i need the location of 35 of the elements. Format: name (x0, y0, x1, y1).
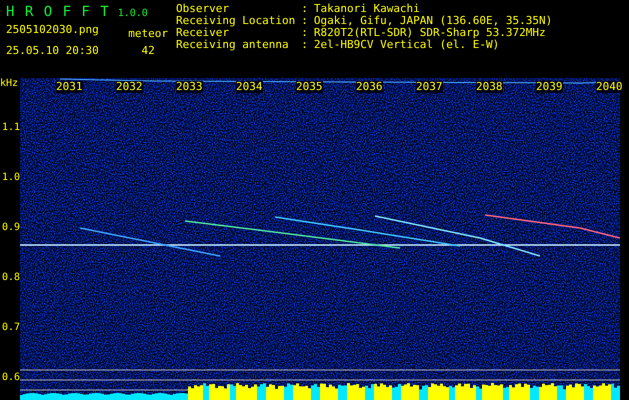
time-label: 2039 (536, 81, 562, 93)
frequency-label: 1.0 (2, 172, 20, 183)
frequency-label: 0.9 (2, 222, 20, 233)
info-value: Ogaki, Gifu, JAPAN (136.60E, 35.35N) (314, 15, 552, 27)
time-label: 2033 (176, 81, 202, 93)
info-value: 2el-HB9CV Vertical (el. E-W) (314, 39, 500, 51)
info-separator: : (301, 3, 308, 15)
file-name: 2505102030.png (6, 23, 99, 36)
app-title: H R O F F T (6, 4, 110, 20)
version-label: 1.0.0 (118, 8, 148, 19)
time-label: 2031 (56, 81, 82, 93)
time-label: 2036 (356, 81, 382, 93)
frequency-label: 0.6 (2, 372, 20, 383)
info-label: Receiver (176, 27, 229, 39)
meteor-count: 42 (142, 44, 155, 57)
time-label: 2040 (596, 81, 622, 93)
time-label: 2037 (416, 81, 442, 93)
frequency-label: 0.7 (2, 322, 20, 333)
frequency-label: 1.1 (2, 122, 20, 133)
info-separator: : (301, 39, 308, 51)
info-value: Takanori Kawachi (314, 3, 421, 15)
info-label: Receiving antenna (176, 39, 290, 51)
info-separator: : (301, 15, 308, 27)
time-label: 2032 (116, 81, 142, 93)
time-label: 2034 (236, 81, 262, 93)
time-label: 2035 (296, 81, 322, 93)
info-label: Receiving Location (176, 15, 296, 27)
axis-unit: kHz (0, 78, 18, 89)
info-value: R820T2(RTL-SDR) SDR-Sharp 53.372MHz (314, 27, 547, 39)
time-label: 2038 (476, 81, 502, 93)
meteor-label: meteor (128, 27, 168, 40)
frequency-label: 0.8 (2, 272, 20, 283)
info-separator: : (301, 27, 308, 39)
info-label: Observer (176, 3, 230, 15)
date-time: 25.05.10 20:30 (6, 44, 99, 57)
